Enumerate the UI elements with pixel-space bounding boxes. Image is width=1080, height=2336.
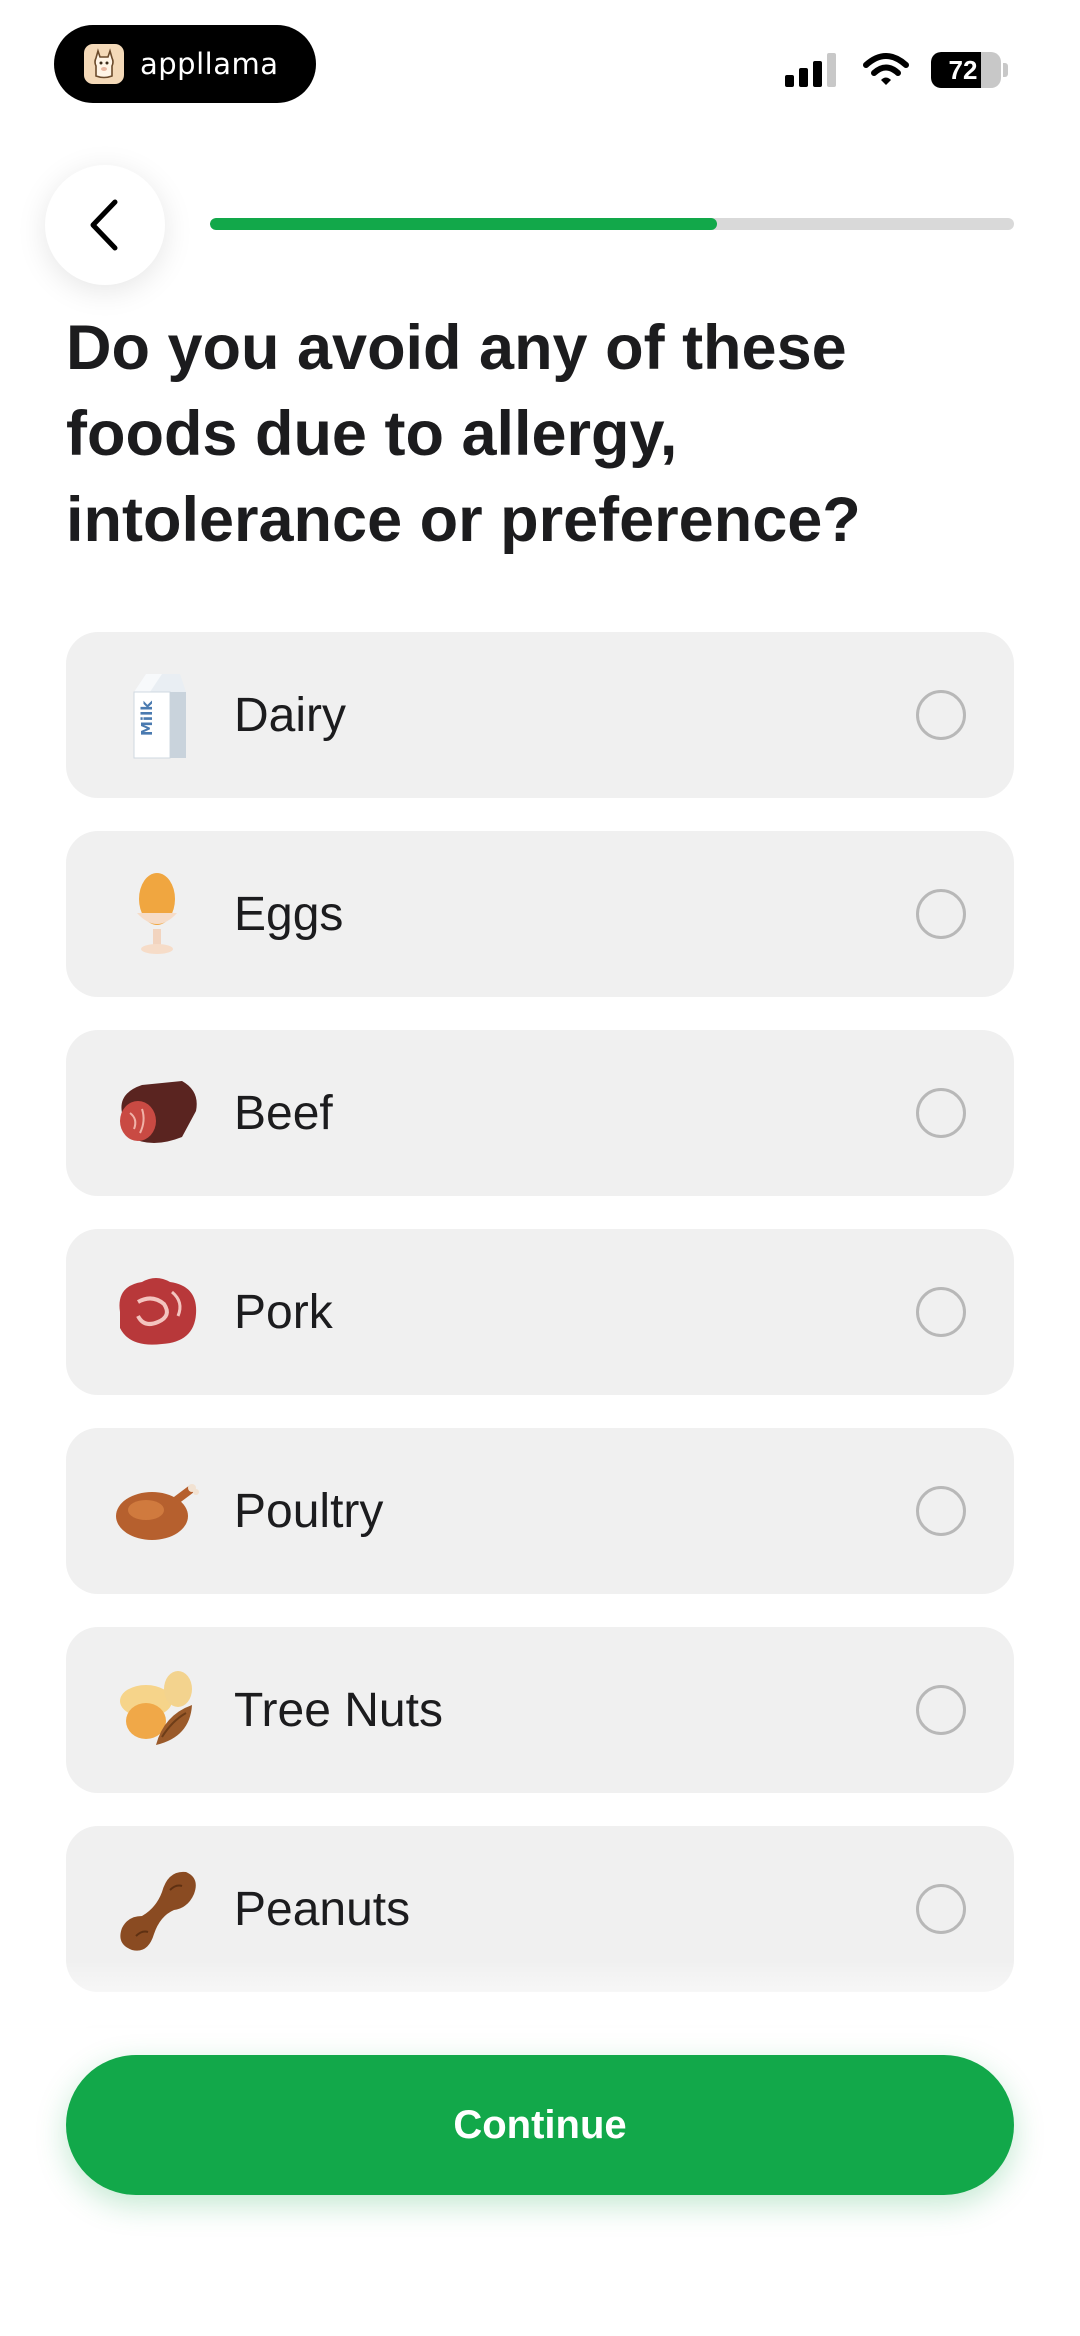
option-label: Dairy	[234, 688, 347, 742]
option-label: Eggs	[234, 887, 344, 941]
pork-icon	[112, 1267, 202, 1357]
battery-percent: 72	[948, 54, 978, 85]
option-pork[interactable]: Pork	[66, 1229, 1014, 1395]
option-tree-nuts[interactable]: Tree Nuts	[66, 1627, 1014, 1793]
chevron-left-icon	[90, 199, 118, 251]
option-radio[interactable]	[916, 690, 966, 740]
milk-carton-icon: Milk	[112, 670, 202, 760]
food-options-list: Milk Dairy Eggs Beef Pork Poultry Tree N…	[66, 632, 1014, 2085]
option-radio[interactable]	[916, 889, 966, 939]
option-label: Tree Nuts	[234, 1683, 443, 1737]
option-radio[interactable]	[916, 1486, 966, 1536]
llama-icon	[84, 44, 124, 84]
option-radio[interactable]	[916, 1088, 966, 1138]
battery-body: 72	[931, 52, 1001, 88]
beef-icon	[112, 1068, 202, 1158]
progress-bar	[210, 218, 1014, 230]
roast-chicken-icon	[112, 1466, 202, 1556]
option-label: Poultry	[234, 1484, 384, 1538]
tree-nuts-icon	[112, 1665, 202, 1755]
app-name: appllama	[140, 47, 279, 81]
wifi-icon	[863, 53, 909, 85]
status-bar: appllama 72	[0, 0, 1080, 130]
status-icons: 72	[785, 52, 1008, 88]
option-beef[interactable]: Beef	[66, 1030, 1014, 1196]
egg-cup-icon	[112, 869, 202, 959]
cellular-signal-icon	[785, 53, 836, 87]
option-label: Beef	[234, 1086, 333, 1140]
option-label: Peanuts	[234, 1882, 411, 1936]
svg-text:Milk: Milk	[138, 700, 156, 736]
progress-bar-fill	[210, 218, 717, 230]
option-eggs[interactable]: Eggs	[66, 831, 1014, 997]
app-indicator-pill[interactable]: appllama	[54, 25, 316, 103]
option-dairy[interactable]: Milk Dairy	[66, 632, 1014, 798]
option-radio[interactable]	[916, 1287, 966, 1337]
back-button[interactable]	[45, 165, 165, 285]
battery-indicator: 72	[931, 52, 1008, 88]
question-title: Do you avoid any of these foods due to a…	[66, 313, 861, 555]
battery-tip	[1003, 63, 1008, 77]
option-radio[interactable]	[916, 1685, 966, 1735]
option-label: Pork	[234, 1285, 333, 1339]
peanut-icon	[112, 1864, 202, 1954]
option-poultry[interactable]: Poultry	[66, 1428, 1014, 1594]
option-radio[interactable]	[916, 1884, 966, 1934]
continue-button[interactable]: Continue	[66, 2055, 1014, 2195]
